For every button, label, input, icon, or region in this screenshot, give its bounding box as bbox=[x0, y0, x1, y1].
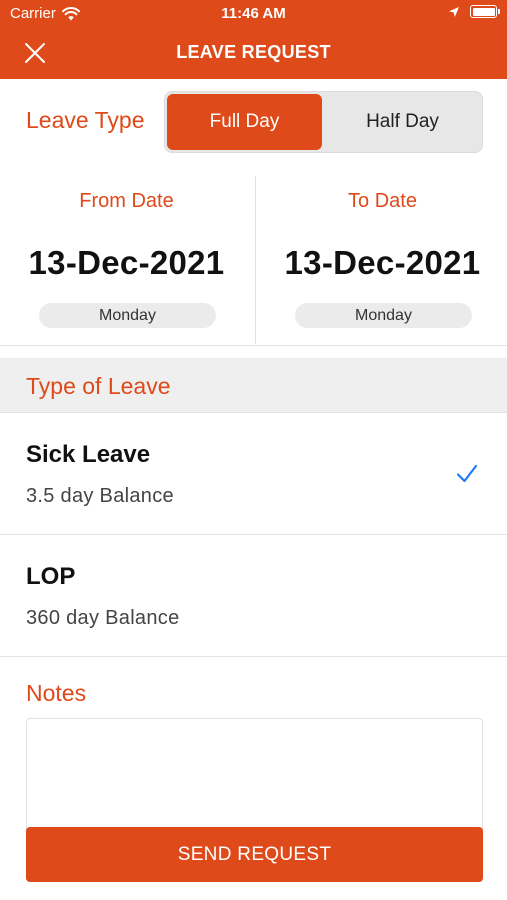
leave-option-name: Sick Leave bbox=[26, 441, 151, 468]
leave-type-label: Leave Type bbox=[26, 107, 145, 133]
status-bar: Carrier 11:46 AM bbox=[0, 0, 507, 28]
checkmark-icon bbox=[455, 463, 479, 485]
notes-input[interactable] bbox=[26, 718, 483, 838]
leave-option-balance: 360 day Balance bbox=[26, 607, 180, 629]
leave-option-sick-leave[interactable]: Sick Leave 3.5 day Balance bbox=[0, 413, 507, 534]
send-request-button[interactable]: SEND REQUEST bbox=[26, 827, 483, 882]
from-date-picker[interactable]: From Date 13-Dec-2021 Monday bbox=[0, 176, 253, 346]
from-date-value: 13-Dec-2021 bbox=[28, 244, 225, 281]
leave-option-lop[interactable]: LOP 360 day Balance bbox=[0, 535, 507, 656]
from-date-label: From Date bbox=[79, 190, 174, 212]
battery-icon bbox=[470, 5, 500, 18]
leave-option-balance: 3.5 day Balance bbox=[26, 485, 174, 507]
page-title: LEAVE REQUEST bbox=[176, 42, 331, 62]
divider bbox=[0, 656, 507, 657]
leave-type-row: Leave Type Full Day Half Day bbox=[0, 79, 507, 169]
to-day-badge: Monday bbox=[295, 303, 472, 328]
from-day-badge: Monday bbox=[39, 303, 216, 328]
divider bbox=[0, 345, 507, 346]
to-date-picker[interactable]: To Date 13-Dec-2021 Monday bbox=[256, 176, 507, 346]
notes-label: Notes bbox=[26, 680, 87, 706]
leave-type-segmented-control: Full Day Half Day bbox=[164, 91, 483, 153]
half-day-option[interactable]: Half Day bbox=[325, 94, 480, 150]
status-right bbox=[448, 5, 500, 18]
full-day-option[interactable]: Full Day bbox=[167, 94, 322, 150]
location-arrow-icon bbox=[449, 6, 459, 17]
status-time: 11:46 AM bbox=[221, 5, 286, 22]
type-of-leave-header: Type of Leave bbox=[0, 358, 507, 413]
type-of-leave-title: Type of Leave bbox=[26, 373, 171, 399]
to-date-value: 13-Dec-2021 bbox=[284, 244, 481, 281]
nav-bar: LEAVE REQUEST bbox=[0, 28, 507, 79]
header: Carrier 11:46 AM LEAVE REQUEST bbox=[0, 0, 507, 79]
leave-request-screen: Carrier 11:46 AM LEAVE REQUEST Leave Typ… bbox=[0, 0, 507, 900]
leave-option-name: LOP bbox=[26, 563, 76, 590]
date-range: From Date 13-Dec-2021 Monday To Date 13-… bbox=[0, 176, 507, 346]
to-date-label: To Date bbox=[348, 190, 417, 212]
